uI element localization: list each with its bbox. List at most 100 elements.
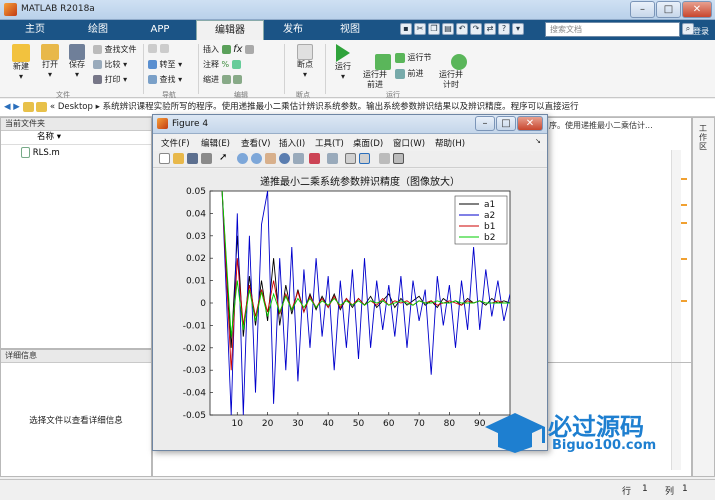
data-cursor-icon[interactable] [293, 153, 304, 164]
menu-window[interactable]: 窗口(W) [393, 137, 425, 149]
run-and-time-button[interactable]: 运行并 计时 [436, 44, 468, 100]
legend-label-b2: b2 [484, 233, 495, 243]
qa-copy-icon[interactable]: ❐ [428, 23, 440, 35]
insert-menu-icon [245, 45, 255, 54]
zoom-out-icon[interactable] [251, 153, 262, 164]
qa-dropdown-icon[interactable]: ▾ [512, 23, 524, 35]
back-forward-buttons[interactable] [148, 44, 169, 53]
run-section-icon [395, 52, 405, 63]
ribbon-separator [325, 44, 326, 94]
menu-dock-icon[interactable]: ↘ [535, 137, 541, 145]
graduation-cap-icon [485, 413, 545, 453]
login-link[interactable]: 登录 [693, 26, 709, 37]
hide-plot-tools-icon[interactable] [379, 153, 390, 164]
open-button[interactable]: 打开 ▾ [36, 44, 64, 80]
maximize-button[interactable]: □ [656, 1, 681, 18]
figure-window[interactable]: Figure 4 – □ ✕ 文件(F) 编辑(E) 查看(V) 插入(I) 工… [152, 114, 548, 451]
tab-plots[interactable]: 绘图 [66, 20, 130, 40]
back-icon[interactable]: ◀ [4, 102, 11, 112]
current-folder-header: 当前文件夹 [1, 118, 151, 131]
back-icon [148, 44, 157, 53]
goto-icon [148, 60, 157, 69]
comment-button[interactable]: 注释 % [203, 59, 241, 70]
tab-editor[interactable]: 编辑器 [196, 20, 264, 40]
rotate-icon[interactable] [279, 153, 290, 164]
brush-icon[interactable] [309, 153, 320, 164]
insert-colorbar-icon[interactable] [345, 153, 356, 164]
figure-minimize-button[interactable]: – [475, 116, 495, 131]
menu-view[interactable]: 查看(V) [241, 137, 270, 149]
up-folder-icon[interactable] [22, 101, 34, 112]
goto-button[interactable]: 转至 ▾ [148, 59, 182, 70]
forward-icon [159, 44, 169, 53]
breakpoints-button[interactable]: 断点 ▾ [290, 44, 320, 80]
print-button[interactable]: 打印 ▾ [93, 74, 127, 85]
menu-help[interactable]: 帮助(H) [435, 137, 465, 149]
qa-cut-icon[interactable]: ✂ [414, 23, 426, 35]
figure-close-button[interactable]: ✕ [517, 116, 543, 131]
pointer-icon[interactable]: ➚ [219, 153, 230, 164]
tab-view[interactable]: 视图 [322, 20, 378, 40]
y-tick-label: 0.03 [186, 232, 206, 242]
print-figure-icon[interactable] [201, 153, 212, 164]
qa-help-icon[interactable]: ? [498, 23, 510, 35]
find-icon [148, 75, 157, 84]
run-advance-icon [374, 54, 391, 70]
tab-publish[interactable]: 发布 [264, 20, 322, 40]
figure-maximize-button[interactable]: □ [496, 116, 516, 131]
figure-menubar: 文件(F) 编辑(E) 查看(V) 插入(I) 工具(T) 桌面(D) 窗口(W… [153, 135, 547, 150]
title-bar: MATLAB R2018a – □ ✕ [0, 0, 715, 20]
y-tick-label: 0.01 [186, 277, 206, 287]
search-documentation-input[interactable]: 搜索文档 [545, 22, 680, 37]
y-tick-label: -0.05 [183, 411, 206, 421]
menu-desktop[interactable]: 桌面(D) [353, 137, 383, 149]
m-file-icon [21, 147, 30, 158]
tab-home[interactable]: 主页 [4, 20, 66, 40]
run-button[interactable]: 运行 ▾ [330, 44, 356, 82]
compare-button[interactable]: 比较 ▾ [93, 59, 127, 70]
close-button[interactable]: ✕ [682, 1, 712, 18]
insert-icon [221, 45, 231, 54]
menu-file[interactable]: 文件(F) [161, 137, 190, 149]
menu-insert[interactable]: 插入(I) [279, 137, 305, 149]
show-plot-tools-icon[interactable] [393, 153, 404, 164]
minimize-button[interactable]: – [630, 1, 655, 18]
x-tick-label: 60 [383, 419, 395, 429]
save-figure-icon[interactable] [187, 153, 198, 164]
file-item[interactable]: RLS.m [21, 147, 60, 158]
warning-marker [681, 222, 687, 224]
advance-button[interactable]: 前进 [395, 68, 424, 79]
new-button[interactable]: 新建 ▾ [6, 44, 36, 82]
column-header-name[interactable]: 名称 ▾ [1, 131, 151, 145]
insert-button[interactable]: 插入 fx [203, 44, 255, 55]
forward-icon[interactable]: ▶ [13, 102, 20, 112]
qa-switch-icon[interactable]: ⇄ [484, 23, 496, 35]
qa-redo-icon[interactable]: ↷ [470, 23, 482, 35]
qa-undo-icon[interactable]: ↶ [456, 23, 468, 35]
insert-legend-icon[interactable] [359, 153, 370, 164]
menu-edit[interactable]: 编辑(E) [201, 137, 230, 149]
new-figure-icon[interactable] [159, 153, 170, 164]
save-icon [69, 44, 85, 60]
run-section-button[interactable]: 运行节 [395, 52, 432, 63]
pan-icon[interactable] [265, 153, 276, 164]
breadcrumb-folder[interactable]: 系统辨识课程实验所写的程序。使用递推最小二乘估计辨识系统参数。输出系统参数辨识结… [103, 102, 579, 112]
advance-icon [395, 68, 405, 79]
open-file-icon[interactable] [173, 153, 184, 164]
breadcrumb-desktop[interactable]: Desktop [58, 102, 93, 112]
indent-icon [221, 75, 231, 84]
x-tick-label: 20 [262, 419, 274, 429]
zoom-in-icon[interactable] [237, 153, 248, 164]
link-plot-icon[interactable] [327, 153, 338, 164]
qa-paste-icon[interactable]: ▤ [442, 23, 454, 35]
qa-save-icon[interactable]: ▪ [400, 23, 412, 35]
tab-apps[interactable]: APP [130, 20, 190, 40]
browse-folder-icon[interactable] [36, 101, 48, 112]
save-button[interactable]: 保存 ▾ [64, 44, 90, 80]
menu-tools[interactable]: 工具(T) [315, 137, 344, 149]
fx-icon: fx [233, 44, 243, 55]
find-button[interactable]: 查找 ▾ [148, 74, 182, 85]
indent-button[interactable]: 缩进 [203, 74, 243, 85]
outdent-icon [233, 75, 243, 84]
find-files-button[interactable]: 查找文件 [93, 44, 137, 55]
